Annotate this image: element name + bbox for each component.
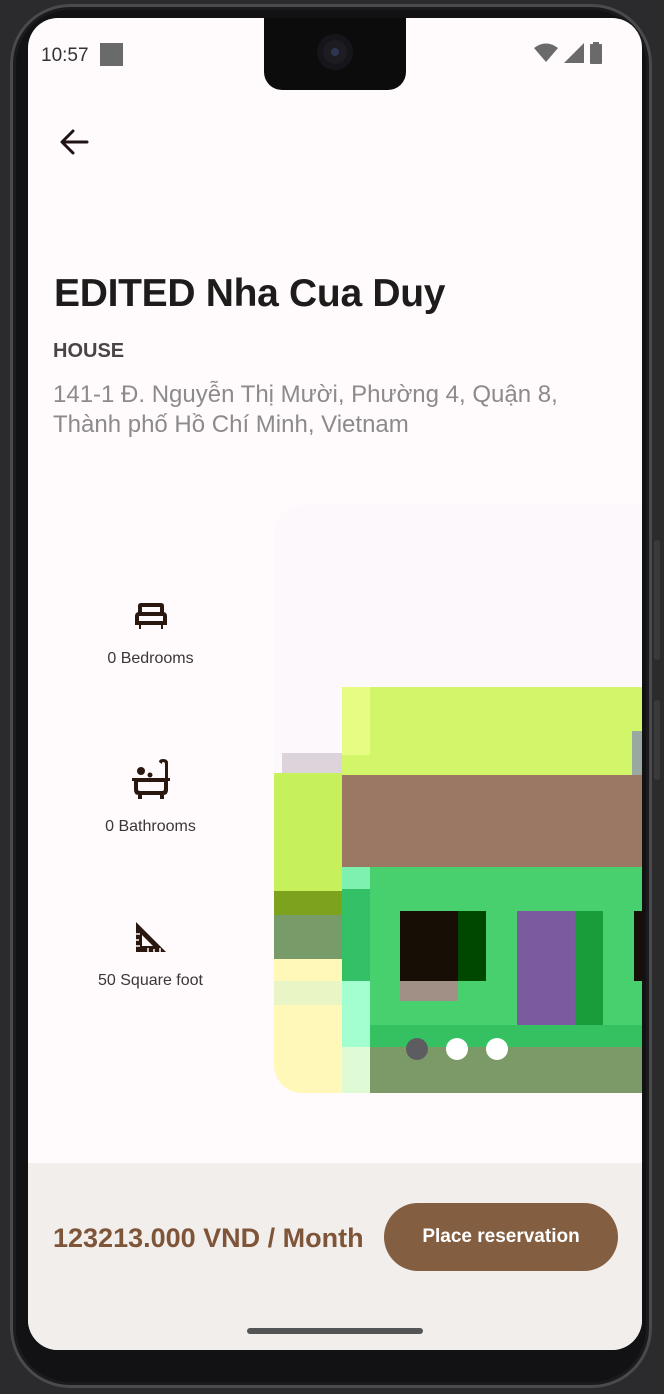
feature-label: 50 Square foot [98, 972, 203, 989]
camera-icon [317, 34, 353, 70]
carousel-dot-3[interactable] [486, 1038, 508, 1060]
image-carousel[interactable] [274, 505, 642, 1093]
camera-notch [264, 18, 406, 90]
wifi-icon [534, 43, 558, 62]
property-title: EDITED Nha Cua Duy [54, 272, 446, 315]
feature-bedrooms: 0 Bedrooms [88, 600, 213, 668]
ruler-square-icon [135, 922, 166, 952]
feature-label: 0 Bathrooms [105, 818, 196, 835]
place-reservation-button[interactable]: Place reservation [384, 1203, 618, 1271]
bathtub-icon [131, 759, 170, 799]
reservation-bar: 123213.000 VND / Month Place reservation [28, 1163, 642, 1350]
property-address: 141-1 Đ. Nguyễn Thị Mười, Phường 4, Quận… [53, 381, 558, 438]
feature-label: 0 Bedrooms [107, 650, 194, 667]
app-screen: 10:57 EDITED Nha Cua Duy HOUSE 141-1 Đ. … [28, 18, 642, 1350]
signal-icon [564, 43, 584, 63]
carousel-dot-2[interactable] [446, 1038, 468, 1060]
power-button [654, 700, 660, 780]
property-type: HOUSE [53, 340, 125, 362]
house-photo [274, 505, 642, 1093]
notification-icon [100, 43, 123, 66]
carousel-dot-1[interactable] [406, 1038, 428, 1060]
arrow-left-icon [60, 129, 89, 155]
status-time: 10:57 [41, 45, 89, 66]
status-icons [534, 42, 602, 64]
volume-button [654, 540, 660, 660]
price-label: 123213.000 VND / Month [53, 1223, 364, 1253]
battery-icon [590, 42, 602, 64]
bed-icon [134, 603, 167, 629]
status-bar: 10:57 [28, 18, 642, 92]
feature-bathrooms: 0 Bathrooms [88, 758, 213, 836]
feature-area: 50 Square foot [88, 920, 213, 990]
carousel-indicator [406, 1038, 508, 1060]
back-button[interactable] [54, 122, 94, 162]
home-indicator[interactable] [247, 1328, 423, 1334]
